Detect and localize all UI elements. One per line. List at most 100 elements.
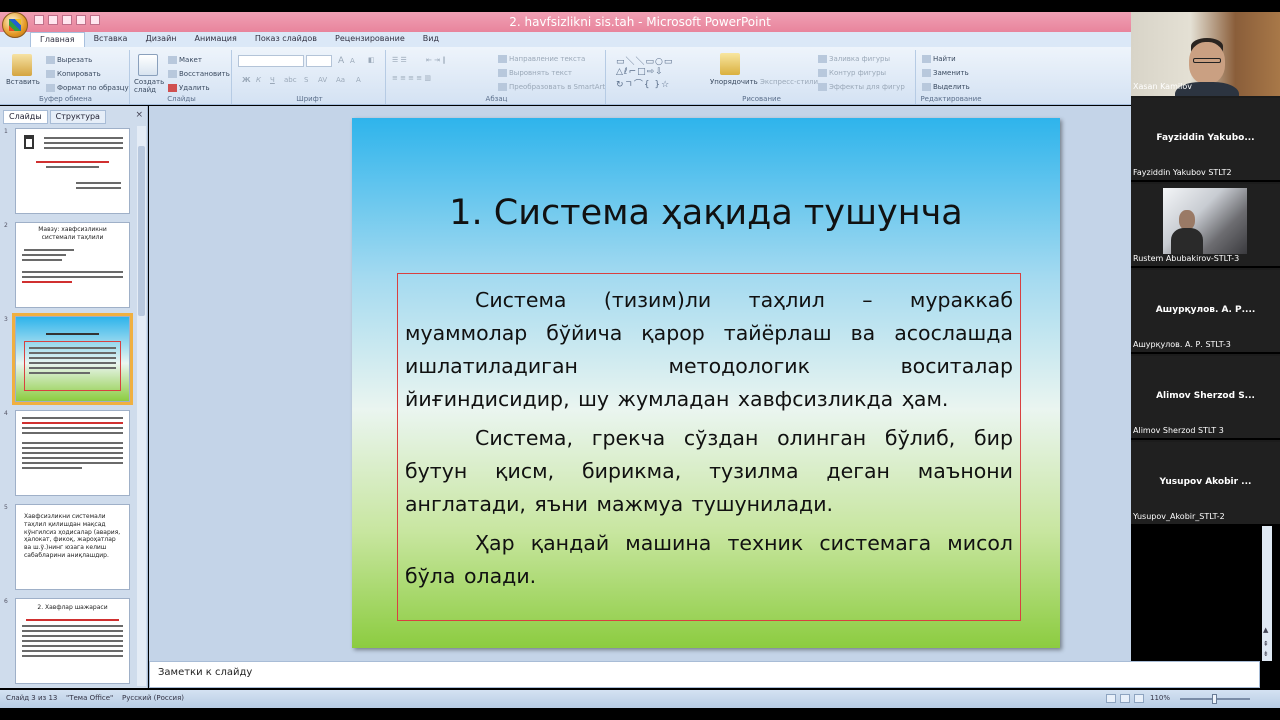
participant-tile-3[interactable]: Rustem Abubakirov-STLT-3	[1131, 184, 1280, 268]
zoom-level[interactable]: 110%	[1150, 694, 1170, 702]
tab-view[interactable]: Вид	[414, 32, 448, 47]
thumb-line	[22, 644, 123, 647]
quick-styles-button[interactable]: Экспресс-стили	[760, 78, 818, 86]
find-button[interactable]: Найти	[922, 55, 956, 63]
current-slide[interactable]: 1. Система ҳақида тушунча Система (тизим…	[352, 118, 1060, 648]
arrange-button[interactable]: Упорядочить	[710, 78, 758, 86]
normal-view-icon[interactable]	[1106, 694, 1116, 703]
close-icon[interactable]: ×	[135, 110, 143, 120]
text-direction-icon	[498, 55, 507, 63]
paste-button[interactable]: Вставить	[6, 78, 40, 86]
smartart-button[interactable]: Преобразовать в SmartArt	[498, 83, 605, 91]
select-button[interactable]: Выделить	[922, 83, 970, 91]
clear-format-icon[interactable]: ◧	[368, 56, 375, 64]
tab-animation[interactable]: Анимация	[186, 32, 246, 47]
shadow-icon[interactable]: S	[304, 76, 308, 84]
office-button[interactable]	[2, 12, 28, 38]
thumb-line	[46, 166, 99, 168]
arrange-icon[interactable]	[720, 53, 740, 75]
language-indicator[interactable]: Русский (Россия)	[122, 694, 184, 702]
participant-tile-2[interactable]: Fayziddin Yakubo... Fayziddin Yakubov ST…	[1131, 98, 1280, 182]
participant-tile-4[interactable]: Ашурқулов. А. Р.... Ашурқулов. А. Р. STL…	[1131, 270, 1280, 354]
participant-tile-1[interactable]: Xasan Kamilov	[1131, 12, 1280, 96]
shape-effects-button[interactable]: Эффекты для фигур	[818, 83, 905, 91]
slide-title[interactable]: 1. Система ҳақида тушунча	[352, 193, 1060, 233]
participant-name: Yusupov_Akobir_STLT-2	[1133, 512, 1225, 521]
font-color-icon[interactable]: A	[356, 76, 361, 84]
participant-name: Fayziddin Yakubov STLT2	[1133, 168, 1232, 177]
slide-content-textbox[interactable]: Система (тизим)ли таҳлил – мураккаб муам…	[397, 273, 1021, 621]
slides-panel-scrollbar[interactable]	[137, 126, 146, 686]
sorter-view-icon[interactable]	[1120, 694, 1130, 703]
thumb-line	[22, 649, 123, 652]
cut-button[interactable]: Вырезать	[46, 56, 92, 64]
spacing-icon[interactable]: AV	[318, 76, 327, 84]
text-direction-button[interactable]: Направление текста	[498, 55, 585, 63]
new-slide-icon[interactable]	[138, 54, 158, 76]
case-icon[interactable]: Aa	[336, 76, 345, 84]
window-title: 2. havfsizlikni sis.tah - Microsoft Powe…	[509, 15, 771, 29]
thumb-line	[44, 147, 123, 149]
bullets-icon[interactable]: ☰ ☰	[392, 56, 407, 64]
participant-name: Ашурқулов. А. Р. STLT-3	[1133, 340, 1231, 349]
thumb-line	[29, 367, 116, 369]
participant-title: Alimov Sherzod S...	[1156, 391, 1255, 401]
grow-font-icon[interactable]: A	[338, 56, 344, 66]
reset-label: Восстановить	[179, 70, 230, 78]
thumb-line	[22, 629, 123, 632]
tab-outline[interactable]: Структура	[49, 110, 106, 124]
drawing-group-label: Рисование	[742, 95, 781, 103]
slide-counter: Слайд 3 из 13	[6, 694, 58, 702]
thumb-line	[22, 634, 123, 637]
delete-slide-button[interactable]: Удалить	[168, 84, 210, 92]
notes-pane[interactable]: Заметки к слайду	[149, 661, 1260, 688]
new-slide-button[interactable]: Создать слайд	[134, 78, 166, 94]
slides-group: Создать слайд Макет Восстановить Удалить…	[132, 50, 232, 104]
align-text-icon	[498, 69, 507, 77]
tab-insert[interactable]: Вставка	[85, 32, 137, 47]
tab-design[interactable]: Дизайн	[136, 32, 185, 47]
font-name-select[interactable]	[238, 55, 304, 67]
tab-slides[interactable]: Слайды	[3, 110, 48, 124]
copy-button[interactable]: Копировать	[46, 70, 101, 78]
tab-slideshow[interactable]: Показ слайдов	[246, 32, 326, 47]
layout-button[interactable]: Макет	[168, 56, 202, 64]
thumb-number: 2	[4, 222, 8, 229]
thumb-line	[22, 427, 123, 429]
prev-slide-icon[interactable]: ⇞	[1263, 640, 1269, 648]
brush-icon	[46, 84, 55, 92]
slideshow-view-icon[interactable]	[1134, 694, 1144, 703]
tab-review[interactable]: Рецензирование	[326, 32, 414, 47]
shape-fill-button[interactable]: Заливка фигуры	[818, 55, 890, 63]
participant-title: Ашурқулов. А. Р....	[1155, 305, 1256, 315]
underline-icon[interactable]: Ч	[270, 76, 275, 84]
thumb-line	[46, 333, 99, 335]
participant-name: Alimov Sherzod STLT 3	[1133, 426, 1224, 435]
strikethrough-icon[interactable]: abc	[284, 76, 297, 84]
font-size-select[interactable]	[306, 55, 332, 67]
thumb-line	[24, 248, 74, 251]
format-painter-button[interactable]: Формат по образцу	[46, 84, 129, 92]
shapes-gallery[interactable]: ▭＼＼▭○▭ △ℓ⌐□⇨⇩ ↻ㄱ⌒{ }☆	[616, 54, 673, 90]
align-icons[interactable]: ≡ ≡ ≡ ≡ ▥	[392, 74, 431, 82]
participant-tile-5[interactable]: Alimov Sherzod S... Alimov Sherzod STLT …	[1131, 356, 1280, 440]
participant-tile-6[interactable]: Yusupov Akobir ... Yusupov_Akobir_STLT-2	[1131, 442, 1280, 526]
align-text-button[interactable]: Выровнять текст	[498, 69, 572, 77]
scroll-up-icon[interactable]: ▲	[1263, 626, 1268, 634]
replace-button[interactable]: Заменить	[922, 69, 969, 77]
next-slide-icon[interactable]: ⇟	[1263, 650, 1269, 658]
zoom-slider-knob[interactable]	[1212, 694, 1217, 704]
shrink-font-icon[interactable]: A	[350, 57, 355, 65]
reset-button[interactable]: Восстановить	[168, 70, 230, 78]
layout-label: Макет	[179, 56, 202, 64]
thumb-line	[22, 654, 123, 657]
scrollbar-thumb[interactable]	[138, 146, 145, 316]
shape-outline-button[interactable]: Контур фигуры	[818, 69, 886, 77]
slide-paragraph-3: Ҳар қандай машина техник системага мисол…	[405, 531, 1013, 588]
paragraph-group-label: Абзац	[485, 95, 508, 103]
bold-icon[interactable]: Ж	[242, 76, 251, 84]
tab-home[interactable]: Главная	[30, 32, 85, 47]
indent-icon[interactable]: ⇤ ⇥ ‖	[426, 56, 446, 64]
italic-icon[interactable]: К	[256, 76, 261, 84]
paste-icon[interactable]	[12, 54, 32, 76]
